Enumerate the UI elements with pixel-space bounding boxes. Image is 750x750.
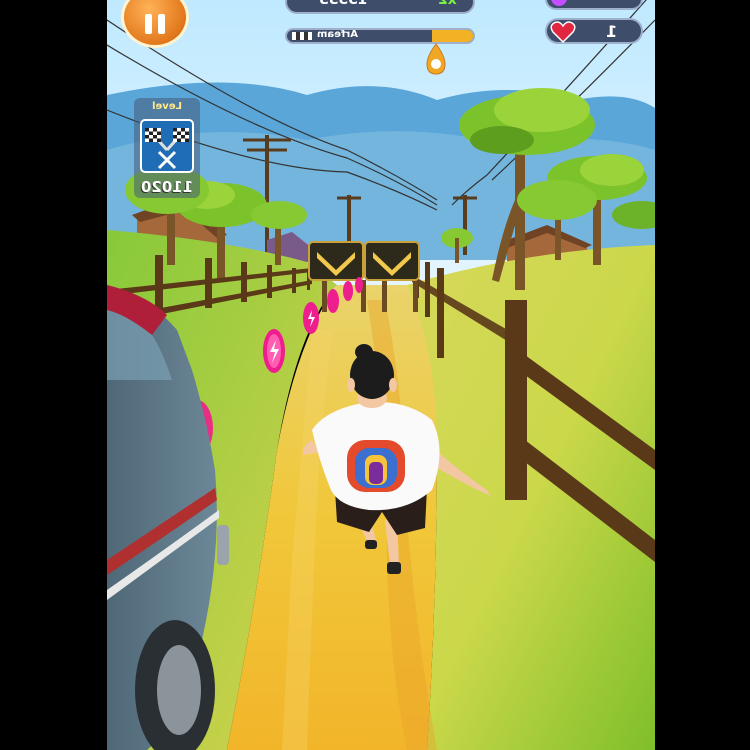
gem-icon xyxy=(551,0,567,6)
gems-panel: 300 xyxy=(545,0,643,10)
score-multiplier: x2 xyxy=(438,0,457,8)
lives-count: 1 xyxy=(605,22,617,41)
level-value: 11020 xyxy=(140,178,194,196)
gems-count: 300 xyxy=(600,0,629,4)
heart-icon xyxy=(550,21,576,44)
game-viewport: 15533 x2 300 1 Arfeam Level 11020 xyxy=(107,0,655,750)
level-badge: Level 11020 xyxy=(134,98,200,198)
pause-icon xyxy=(145,14,165,34)
level-label: Level xyxy=(152,101,182,112)
location-marker-icon xyxy=(426,43,446,75)
score-panel: 15533 x2 xyxy=(285,0,475,14)
progress-fill xyxy=(432,30,473,42)
checkered-flag-icon xyxy=(292,32,312,40)
lives-panel: 1 xyxy=(545,18,643,44)
crossed-flags-icon xyxy=(140,119,194,173)
score-value: 15533 xyxy=(319,0,368,8)
player-name: Arfeam xyxy=(317,29,358,40)
